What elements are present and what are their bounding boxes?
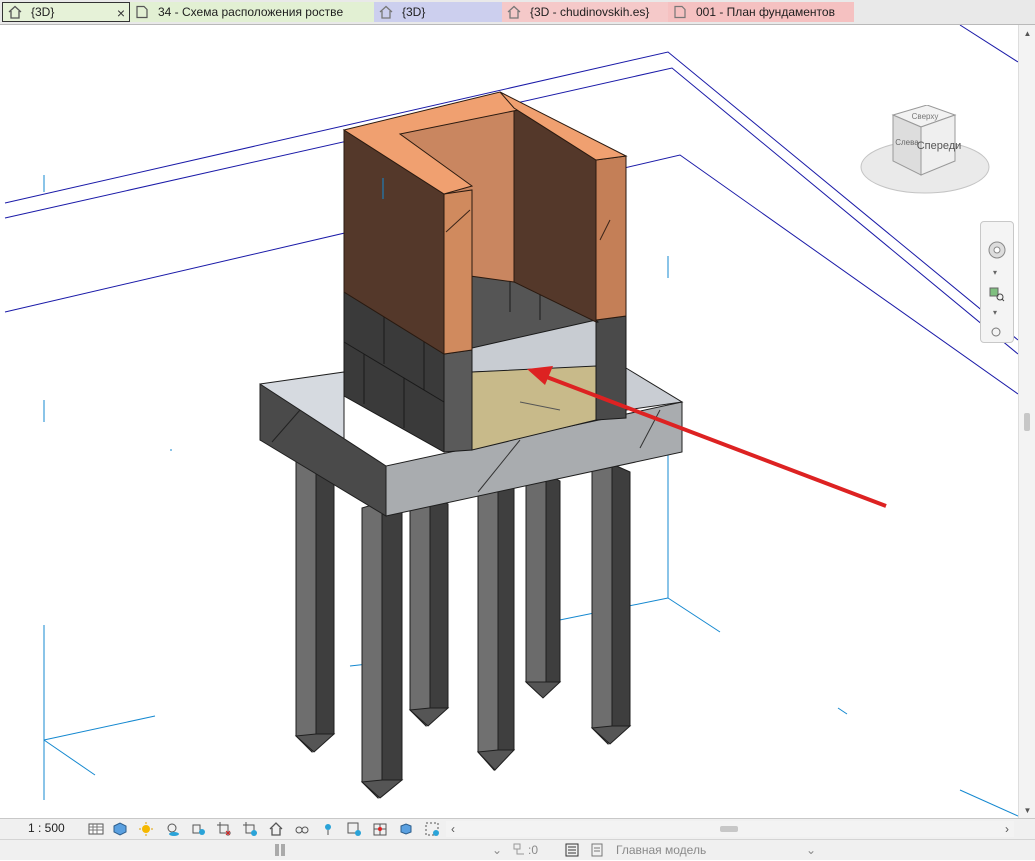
crop-view-icon[interactable] [216,821,232,837]
tab-foundation-plan[interactable]: 001 - План фундаментов [668,2,854,22]
reveal-hidden-icon[interactable] [320,821,336,837]
house-icon [378,4,394,20]
sheet-icon [134,4,150,20]
tab-label: 34 - Схема расположения роствe [158,5,344,19]
scroll-down-icon[interactable]: ▼ [1019,802,1035,818]
chevron-down-icon[interactable]: ▾ [993,268,997,277]
vertical-scrollbar[interactable]: ▲ ▼ [1018,25,1035,818]
view-cube-front-label: Спереди [917,140,962,152]
tab-label: {3D - chudinovskih.es} [530,5,650,19]
render-icon[interactable] [190,821,206,837]
show-crop-icon[interactable] [242,821,258,837]
highlight-displacement-icon[interactable] [398,821,414,837]
tab-3d[interactable]: {3D} [374,2,502,22]
view-cube-top-label: Сверху [912,112,939,121]
pile-back-right [524,473,562,699]
analytical-model-icon[interactable] [372,821,388,837]
house-icon [506,4,522,20]
list-icon[interactable] [564,842,580,858]
scroll-up-icon[interactable]: ▲ [1019,25,1035,41]
temporary-view-properties-icon[interactable] [346,821,362,837]
3d-viewport[interactable]: Сверху Слева Спереди ▾ ▾ [0,25,1018,818]
tab-3d-chudinovskih[interactable]: {3D - chudinovskih.es} [502,2,668,22]
view-cube-left-label: Слева [895,138,919,147]
zoom-icon[interactable] [989,286,1005,302]
chevron-down-icon[interactable]: ⌄ [492,843,502,857]
house-icon[interactable] [268,821,284,837]
design-options-icon[interactable] [512,842,528,858]
scroll-thumb[interactable] [720,826,738,832]
chevron-down-icon[interactable]: ▾ [993,308,997,317]
tab-label: {3D} [402,5,426,19]
view-tab-bar: {3D} × 34 - Схема расположения роствe {3… [0,0,1035,25]
detail-level-icon[interactable] [88,821,104,837]
model-selector-icon[interactable] [590,842,606,858]
scroll-left-icon[interactable]: ‹ [446,821,460,837]
horizontal-scrollbar[interactable]: ‹ › [446,821,1014,837]
house-icon [7,4,23,20]
steering-wheel-icon[interactable] [987,240,1007,260]
close-icon[interactable] [991,326,1001,337]
status-bar: ⌄ :0 Главная модель ⌄ [0,839,1035,860]
pile-left [294,451,336,753]
pile-front [360,501,404,799]
tab-label: {3D} [31,5,55,19]
view-control-bar: 1 : 500 ‹ › [0,818,1035,839]
piles [294,451,632,799]
shadows-icon[interactable] [164,821,180,837]
reveal-constraints-icon[interactable] [424,821,440,837]
visual-style-icon[interactable] [112,821,128,837]
sun-path-icon[interactable] [138,821,154,837]
pile-center [408,495,450,727]
view-cube[interactable]: Сверху Слева Спереди [855,104,995,205]
view-scale[interactable]: 1 : 500 [28,821,65,835]
tab-label: 001 - План фундаментов [696,5,835,19]
temporary-hide-icon[interactable] [294,821,310,837]
active-model-label[interactable]: Главная модель [616,843,706,857]
tab-3d-active[interactable]: {3D} × [2,2,130,22]
tab-sheet-34[interactable]: 34 - Схема расположения роствe [130,2,374,22]
scroll-right-icon[interactable]: › [1000,821,1014,837]
sheet-icon [672,4,688,20]
navigation-bar: ▾ ▾ [980,221,1014,343]
chevron-down-icon[interactable]: ⌄ [806,843,816,857]
worksets-icon[interactable] [272,842,288,858]
pile-right [590,463,632,745]
pile-back-center [476,479,516,772]
scroll-thumb[interactable] [1024,413,1030,431]
close-icon[interactable]: × [117,5,125,21]
workset-count: :0 [528,843,539,857]
